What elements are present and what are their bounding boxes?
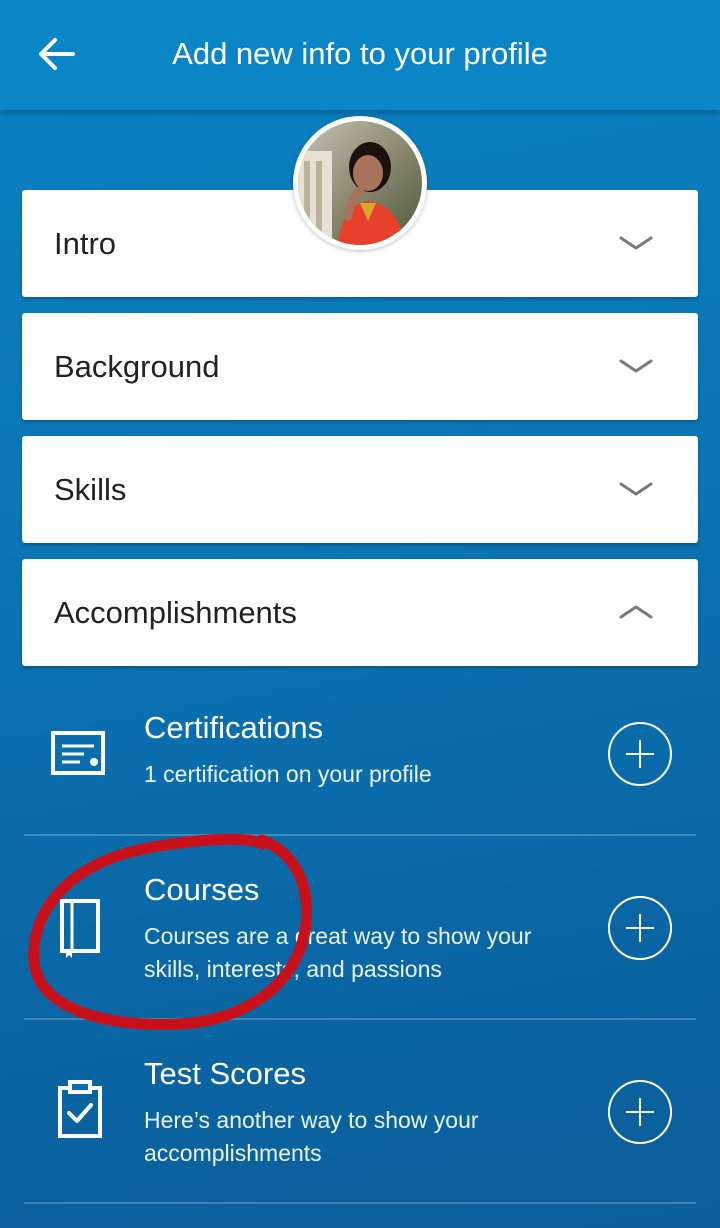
page-title: Add new info to your profile [172, 36, 548, 71]
section-label: Accomplishments [54, 595, 297, 630]
chevron-down-icon [619, 236, 653, 250]
add-certification-button[interactable] [608, 722, 672, 786]
accomplishment-subtitle: 1 certification on your profile [144, 761, 432, 787]
accomplishment-title: Courses [144, 872, 260, 907]
accomplishment-certifications[interactable]: Certifications 1 certification on your p… [0, 690, 720, 834]
certificate-icon [51, 731, 105, 775]
clipboard-check-icon [58, 1080, 102, 1138]
section-label: Skills [54, 472, 127, 507]
section-label: Intro [54, 226, 117, 261]
divider [24, 1202, 696, 1204]
accomplishment-title: Certifications [144, 710, 324, 745]
accomplishment-test-scores[interactable]: Test Scores Here’s another way to show y… [0, 1020, 720, 1202]
profile-photo [298, 121, 422, 245]
accomplishment-title: Test Scores [144, 1056, 306, 1091]
section-label: Background [54, 349, 220, 384]
section-background[interactable]: Background [22, 313, 698, 420]
section-accomplishments[interactable]: Accomplishments [22, 559, 698, 666]
chevron-up-icon [619, 605, 653, 619]
add-test-score-button[interactable] [608, 1080, 672, 1144]
accomplishment-subtitle: Courses are a great way to show your ski… [144, 923, 532, 982]
avatar[interactable] [293, 116, 427, 250]
section-skills[interactable]: Skills [22, 436, 698, 543]
book-icon [60, 899, 100, 958]
chevron-down-icon [619, 359, 653, 373]
accomplishment-courses[interactable]: Courses Courses are a great way to show … [0, 836, 720, 1018]
add-course-button[interactable] [608, 896, 672, 960]
accomplishment-subtitle: Here’s another way to show your accompli… [144, 1107, 479, 1166]
app-bar: Add new info to your profile [0, 0, 720, 110]
chevron-down-icon [619, 482, 653, 496]
